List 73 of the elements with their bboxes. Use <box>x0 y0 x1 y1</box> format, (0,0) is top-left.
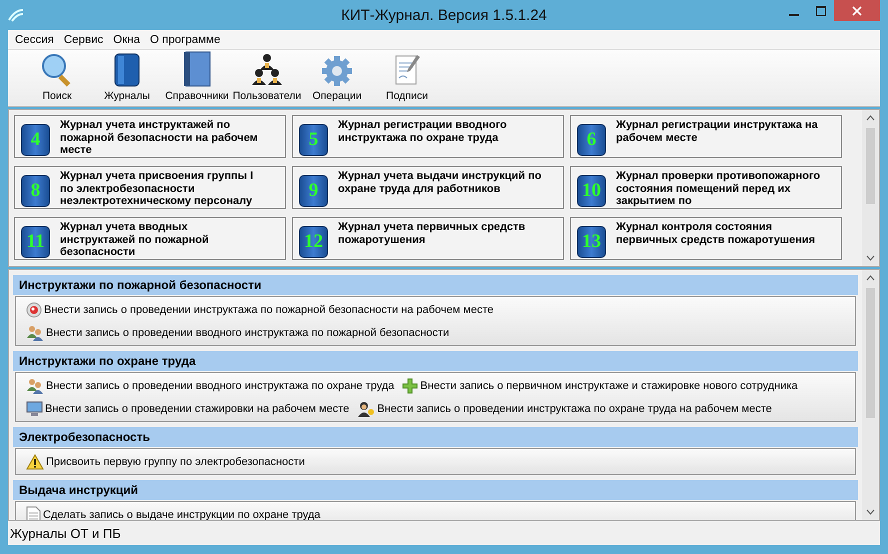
toolbar-button[interactable]: Журналы <box>92 50 162 106</box>
journal-number: 9 <box>299 175 328 207</box>
action-link[interactable]: Внести запись о проведении инструктажа по пожарной безопасности на рабочем месте <box>26 302 494 318</box>
scroll-up-icon[interactable] <box>866 115 875 121</box>
journal-card[interactable]: 11 Журнал учета вводных инструктажей по пожарной безопасности <box>14 217 286 260</box>
action-link[interactable]: Внести запись о проведении инструктажа по охране труда на рабочем месте <box>357 400 772 416</box>
scroll-down-icon[interactable] <box>866 255 875 261</box>
monitor-icon <box>26 400 43 416</box>
menu-item[interactable]: Окна <box>108 34 145 46</box>
menu-item[interactable]: Сессия <box>10 34 59 46</box>
action-link[interactable]: Внести запись о проведении стажировки на рабочем месте <box>26 400 350 416</box>
journal-title: Журнал регистрации вводного инструктажа по охране труда <box>338 119 508 144</box>
journal-card[interactable]: 12 Журнал учета первичных средств пожаротушения <box>292 217 564 260</box>
journal-title: Журнал контроля состояния первичных средств пожаротушения <box>616 221 816 246</box>
toolbar-button[interactable]: Поиск <box>22 50 92 106</box>
journal-number: 12 <box>299 226 328 258</box>
action-link[interactable]: Внести запись о первичном инструктаже и стажировке нового сотрудника <box>402 378 798 394</box>
journal-number: 6 <box>577 124 606 156</box>
journal-number: 5 <box>299 124 328 156</box>
journal-title: Журнал учета присвоения группы I по электробезопасности неэлектротехническому персоналу <box>60 170 254 208</box>
book-icon <box>114 53 140 87</box>
scroll-thumb[interactable] <box>866 288 875 418</box>
journal-title: Журнал учета инструктажей по пожарной безопасности на рабочем месте <box>60 119 259 156</box>
people-icon <box>26 378 44 394</box>
close-icon <box>852 6 862 16</box>
menu-item[interactable]: О программе <box>144 34 226 46</box>
journal-number: 4 <box>21 124 50 156</box>
window-title: КИТ-Журнал. Версия 1.5.1.24 <box>340 7 548 24</box>
person-key-icon <box>357 400 376 416</box>
toolbar-button[interactable]: Подписи <box>372 50 442 106</box>
action-link[interactable]: Присвоить первую группу по электробезопасности <box>26 454 305 470</box>
gear-icon <box>321 55 353 87</box>
section-header: Инструктажи по охране труда <box>13 351 858 371</box>
people-icon <box>26 324 44 340</box>
journal-number: 11 <box>21 226 50 258</box>
journal-card[interactable]: 10 Журнал проверки противопожарного состояния помещений перед их закрытием по <box>570 166 842 209</box>
toolbar-button[interactable]: Операции <box>302 50 372 106</box>
journal-number: 13 <box>577 226 606 258</box>
journal-title: Журнал регистрации инструктажа на рабочем месте <box>616 119 819 144</box>
journal-card[interactable]: 4 Журнал учета инструктажей по пожарной безопасности на рабочем месте <box>14 115 286 158</box>
plus-icon <box>402 378 418 394</box>
journal-card[interactable]: 13 Журнал контроля состояния первичных средств пожаротушения <box>570 217 842 260</box>
journal-card[interactable]: 6 Журнал регистрации инструктажа на рабочем месте <box>570 115 842 158</box>
section-header: Электробезопасность <box>13 427 858 447</box>
journal-title: Журнал учета вводных инструктажей по пожарной безопасности <box>60 221 210 258</box>
disc-icon <box>26 302 42 318</box>
scroll-thumb[interactable] <box>866 128 875 204</box>
journal-title: Журнал учета первичных средств пожаротушения <box>338 221 526 246</box>
warning-icon <box>26 454 44 470</box>
toolbar-button[interactable]: Справочники <box>162 50 232 106</box>
journal-card[interactable]: 5 Журнал регистрации вводного инструктажа по охране труда <box>292 115 564 158</box>
journal-number: 8 <box>21 175 50 207</box>
journal-card[interactable]: 9 Журнал учета выдачи инструкций по охране труда для работников <box>292 166 564 209</box>
app-icon <box>8 8 24 22</box>
toolbar-button[interactable]: Пользователи <box>232 50 302 106</box>
signed-document-icon <box>393 53 421 87</box>
scroll-down-icon[interactable] <box>866 509 875 515</box>
minimize-icon <box>788 14 798 16</box>
maximize-icon <box>816 6 826 16</box>
journal-card[interactable]: 8 Журнал учета присвоения группы I по электробезопасности неэлектротехническому персоналу <box>14 166 286 209</box>
section-header: Инструктажи по пожарной безопасности <box>13 275 858 295</box>
status-text: Журналы ОТ и ПБ <box>8 521 880 545</box>
users-icon <box>251 53 283 87</box>
section-header: Выдача инструкций <box>13 480 858 500</box>
menu-item[interactable]: Сервис <box>58 34 108 46</box>
journal-title: Журнал проверки противопожарного состояния помещений перед их закрытием по <box>616 170 822 208</box>
scroll-up-icon[interactable] <box>866 275 875 281</box>
close-button[interactable] <box>834 0 880 21</box>
journal-title: Журнал учета выдачи инструкций по охране труда для работников <box>338 170 542 195</box>
binder-icon <box>183 51 211 87</box>
journal-number: 10 <box>577 175 606 207</box>
action-link[interactable]: Внести запись о проведении вводного инструктажа по охране труда <box>26 378 394 394</box>
action-link[interactable]: Внести запись о проведении вводного инструктажа по пожарной безопасности <box>26 324 450 340</box>
